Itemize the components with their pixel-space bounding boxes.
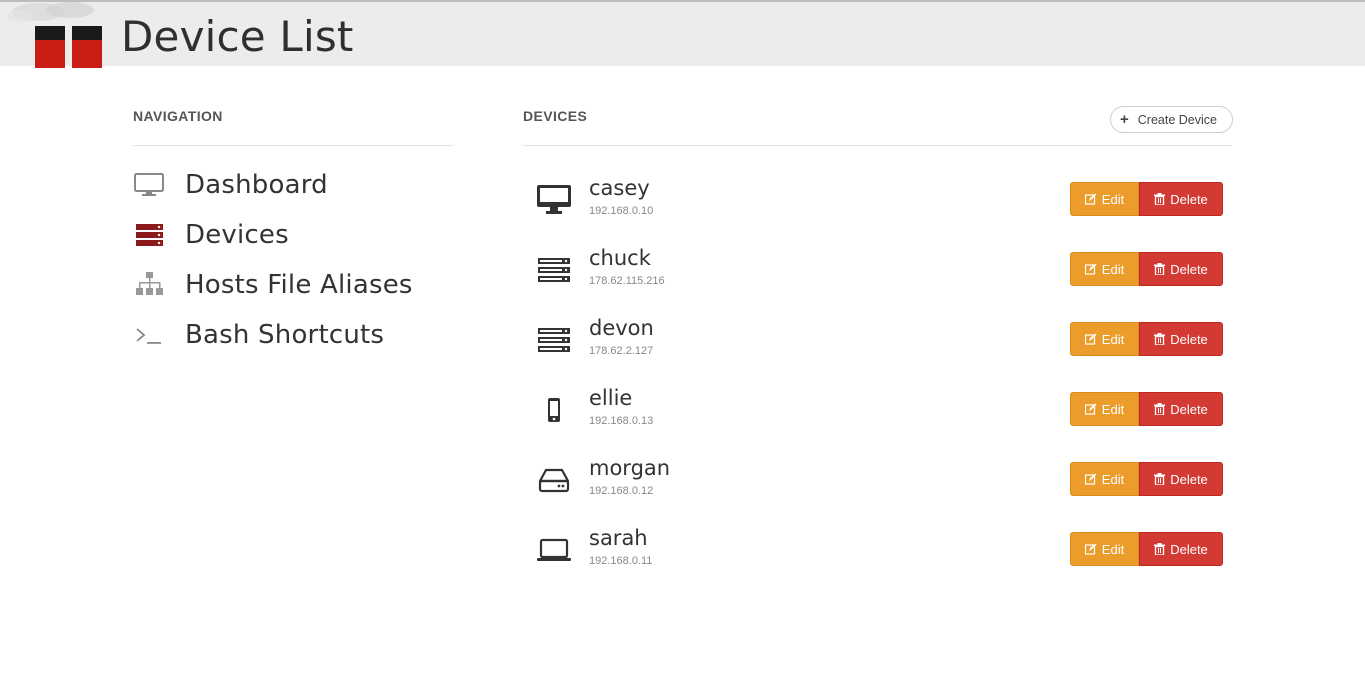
edit-icon	[1084, 263, 1097, 275]
delete-label: Delete	[1170, 401, 1208, 417]
nav-label: Dashboard	[185, 170, 328, 200]
device-name: chuck	[589, 246, 651, 270]
nav-item-bash-shortcuts[interactable]: Bash Shortcuts	[133, 315, 384, 355]
device-ip: 178.62.115.216	[589, 275, 665, 287]
nav-label: Hosts File Aliases	[185, 270, 413, 300]
delete-label: Delete	[1170, 261, 1208, 277]
server-icon	[535, 322, 573, 358]
device-row: casey 192.168.0.10 Edit Delete	[523, 176, 1232, 242]
trash-icon	[1154, 473, 1166, 485]
delete-label: Delete	[1170, 191, 1208, 207]
edit-icon	[1084, 193, 1097, 205]
device-ip: 192.168.0.12	[589, 485, 654, 497]
delete-button[interactable]: Delete	[1139, 392, 1223, 426]
page-title: Device List	[121, 12, 354, 61]
server-icon	[535, 252, 573, 288]
nav-label: Devices	[185, 220, 289, 250]
edit-label: Edit	[1101, 331, 1125, 347]
create-device-button[interactable]: + Create Device	[1110, 106, 1233, 133]
edit-label: Edit	[1101, 541, 1125, 557]
edit-icon	[1084, 403, 1097, 415]
delete-button[interactable]: Delete	[1139, 532, 1223, 566]
hard-drive-icon	[535, 462, 573, 498]
edit-icon	[1084, 473, 1097, 485]
terminal-icon	[133, 320, 169, 350]
server-icon	[133, 220, 169, 250]
edit-button[interactable]: Edit	[1070, 182, 1139, 216]
delete-button[interactable]: Delete	[1139, 322, 1223, 356]
device-ip: 192.168.0.13	[589, 415, 654, 427]
delete-label: Delete	[1170, 471, 1208, 487]
create-device-label: Create Device	[1137, 112, 1217, 127]
mobile-icon	[535, 392, 573, 428]
nav-item-devices[interactable]: Devices	[133, 215, 289, 255]
navigation-heading: NAVIGATION	[133, 108, 223, 124]
edit-icon	[1084, 543, 1097, 555]
trash-icon	[1154, 263, 1166, 275]
edit-label: Edit	[1101, 471, 1125, 487]
device-row: devon 178.62.2.127 Edit Delete	[523, 316, 1232, 382]
edit-button[interactable]: Edit	[1070, 252, 1139, 286]
device-name: devon	[589, 316, 654, 340]
delete-label: Delete	[1170, 541, 1208, 557]
trash-icon	[1154, 193, 1166, 205]
device-row: morgan 192.168.0.12 Edit Delete	[523, 456, 1232, 522]
delete-button[interactable]: Delete	[1139, 182, 1223, 216]
plus-icon: +	[1120, 111, 1129, 128]
desktop-icon	[535, 182, 573, 218]
edit-label: Edit	[1101, 401, 1125, 417]
laptop-icon	[535, 532, 573, 568]
edit-button[interactable]: Edit	[1070, 322, 1139, 356]
device-ip: 192.168.0.10	[589, 205, 654, 217]
edit-label: Edit	[1101, 191, 1125, 207]
trash-icon	[1154, 543, 1166, 555]
device-row: ellie 192.168.0.13 Edit Delete	[523, 386, 1232, 452]
device-row: chuck 178.62.115.216 Edit Delete	[523, 246, 1232, 312]
devices-heading: DEVICES	[523, 108, 588, 124]
edit-button[interactable]: Edit	[1070, 532, 1139, 566]
edit-label: Edit	[1101, 261, 1125, 277]
edit-icon	[1084, 333, 1097, 345]
trash-icon	[1154, 403, 1166, 415]
monitor-icon	[133, 170, 169, 200]
navigation-divider	[133, 145, 453, 146]
device-ip: 178.62.2.127	[589, 345, 654, 357]
edit-button[interactable]: Edit	[1070, 392, 1139, 426]
nav-item-hosts-file-aliases[interactable]: Hosts File Aliases	[133, 265, 413, 305]
edit-button[interactable]: Edit	[1070, 462, 1139, 496]
devices-divider	[523, 145, 1232, 146]
delete-label: Delete	[1170, 331, 1208, 347]
device-ip: 192.168.0.11	[589, 555, 653, 567]
trash-icon	[1154, 333, 1166, 345]
device-name: ellie	[589, 386, 633, 410]
nav-label: Bash Shortcuts	[185, 320, 385, 350]
delete-button[interactable]: Delete	[1139, 252, 1223, 286]
delete-button[interactable]: Delete	[1139, 462, 1223, 496]
sitemap-icon	[133, 270, 169, 300]
nav-item-dashboard[interactable]: Dashboard	[133, 165, 328, 205]
device-name: casey	[589, 176, 650, 200]
device-row: sarah 192.168.0.11 Edit Delete	[523, 526, 1232, 592]
logo	[0, 2, 110, 68]
device-name: morgan	[589, 456, 671, 480]
device-name: sarah	[589, 526, 648, 550]
header-bar: Device List	[0, 0, 1365, 68]
